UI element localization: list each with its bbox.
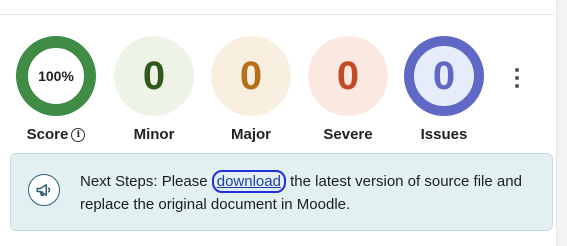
metric-score: 100% Score i [16, 36, 96, 143]
major-count: 0 [239, 54, 263, 98]
download-link[interactable]: download [211, 170, 286, 193]
next-steps-prefix: Next Steps: Please [80, 173, 212, 190]
kebab-menu-icon[interactable] [512, 68, 522, 88]
severe-circle: 0 [308, 36, 388, 116]
issues-label: Issues [420, 126, 468, 143]
issues-ring: 0 [404, 36, 484, 116]
score-label: Score [26, 126, 69, 143]
major-circle: 0 [211, 36, 291, 116]
major-label: Major [230, 126, 271, 143]
metric-minor: 0 Minor [114, 36, 194, 143]
info-icon[interactable]: i [71, 127, 86, 142]
score-value: 100% [38, 68, 74, 84]
metric-issues: 0 Issues [404, 36, 484, 143]
next-steps-text: Next Steps: Please download the latest v… [80, 170, 530, 216]
next-steps-notice: Next Steps: Please download the latest v… [10, 153, 553, 231]
severe-count: 0 [336, 54, 360, 98]
megaphone-icon [28, 174, 60, 206]
metric-severe: 0 Severe [308, 36, 388, 143]
severe-label: Severe [323, 126, 373, 143]
scrollbar[interactable] [556, 0, 567, 246]
score-ring: 100% [16, 36, 96, 116]
minor-label: Minor [133, 126, 175, 143]
score-label-row: Score i [16, 126, 96, 143]
minor-count: 0 [142, 54, 166, 98]
minor-circle: 0 [114, 36, 194, 116]
metric-major: 0 Major [211, 36, 291, 143]
issues-count: 0 [432, 54, 456, 98]
top-strip [0, 0, 555, 15]
